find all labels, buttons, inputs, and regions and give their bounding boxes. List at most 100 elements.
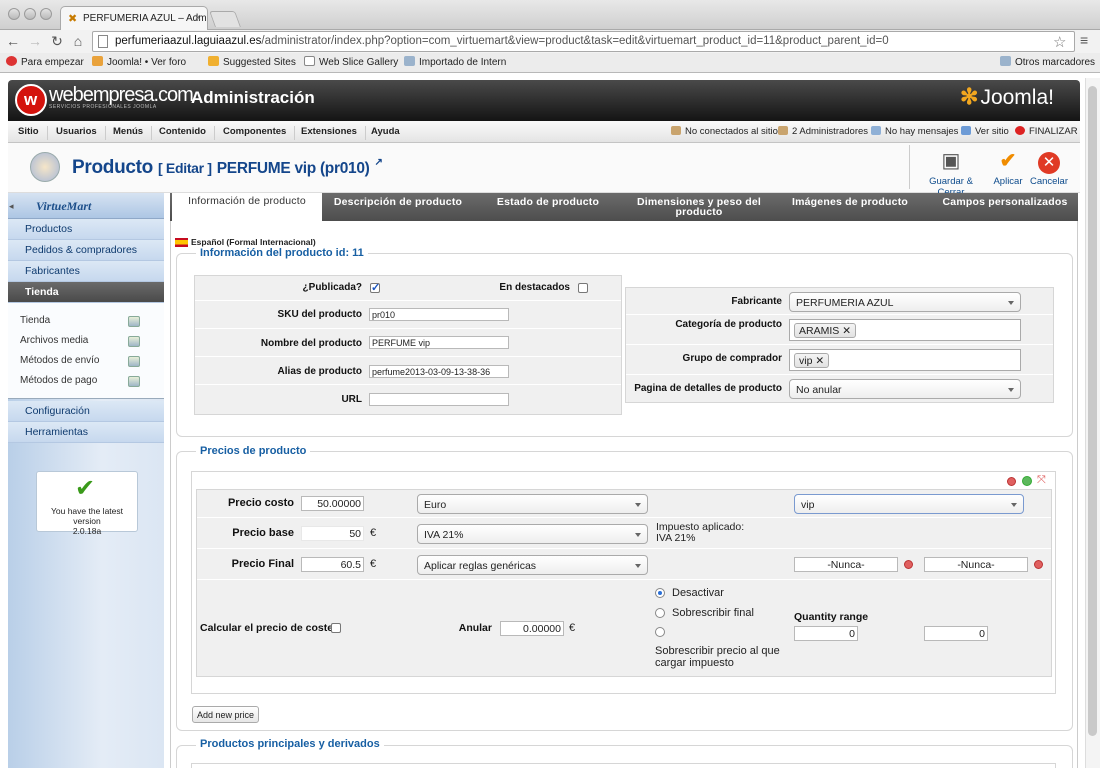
bookmark-folder-imported[interactable]: Importado de Intern (404, 56, 506, 68)
radio-desactivar-label: Desactivar (672, 587, 724, 599)
remove-token-icon[interactable]: ✕ (815, 355, 824, 367)
submenu-tienda[interactable]: Tienda (20, 315, 50, 326)
bookmark-star-icon[interactable]: ☆ (1053, 33, 1066, 51)
sidebar-item-configuracion[interactable]: Configuración (8, 401, 164, 422)
cancel-button[interactable]: ✕ Cancelar (1014, 150, 1084, 187)
add-new-price-button[interactable]: Add new price (192, 706, 260, 723)
page-title-product: PERFUME vip (pr010) (216, 160, 370, 177)
cost-price-field[interactable]: 50.00000 (301, 496, 364, 511)
sidebar-item-pedidos[interactable]: Pedidos & compradores (8, 240, 164, 261)
start-date-field[interactable]: -Nunca- (794, 557, 898, 572)
bookmark-web-slice[interactable]: Web Slice Gallery (304, 56, 398, 68)
new-tab-button[interactable] (209, 11, 241, 27)
base-price-field[interactable]: 50 (301, 526, 364, 541)
status-messages[interactable]: No hay mensajes (871, 126, 958, 137)
tab-dimensiones[interactable]: Dimensiones y peso del producto (630, 193, 768, 221)
submenu-metodos-pago[interactable]: Métodos de pago (20, 375, 97, 386)
sidebar-item-fabricantes[interactable]: Fabricantes (8, 261, 164, 282)
product-info-legend: Información del producto id: 11 (196, 247, 368, 259)
currency-select[interactable]: Euro (417, 494, 648, 514)
drag-handle-icon[interactable]: ⤧ (1037, 474, 1046, 487)
home-icon[interactable]: ⌂ (70, 33, 86, 49)
name-field[interactable]: PERFUME vip (369, 336, 509, 349)
back-arrow-icon[interactable]: ← (5, 33, 21, 49)
shopper-group-label: Grupo de comprador (682, 353, 782, 364)
bookmark-para-empezar[interactable]: Para empezar (6, 56, 84, 68)
clear-start-date-icon[interactable] (904, 560, 913, 569)
brand-subtitle: SERVICIOS PROFESIONALES JOOMLA (49, 104, 157, 110)
address-bar[interactable]: perfumeriaazul.laguiaazul.es/administrat… (92, 31, 1075, 52)
related-products-legend: Productos principales y derivados (196, 738, 384, 750)
other-bookmarks[interactable]: Otros marcadores (1000, 56, 1095, 68)
users-icon (671, 126, 681, 135)
tab-imagenes[interactable]: Imágenes de producto (784, 193, 916, 221)
scrollbar-thumb[interactable] (1088, 86, 1097, 736)
browser-tab[interactable]: ✖ PERFUMERIA AZUL – Admi × (60, 6, 208, 31)
tab-estado[interactable]: Estado de producto (480, 193, 616, 221)
sidebar-item-productos[interactable]: Productos (8, 219, 164, 240)
radio-sobrescribir-final-label: Sobrescribir final (672, 607, 754, 619)
price-rules-select[interactable]: Aplicar reglas genéricas (417, 555, 648, 575)
final-price-field[interactable]: 60.5 (301, 557, 364, 572)
tax-select[interactable]: IVA 21% (417, 524, 648, 544)
clear-end-date-icon[interactable] (1034, 560, 1043, 569)
language-label: Español (Formal Internacional) (191, 237, 316, 247)
bookmark-suggested-sites[interactable]: Suggested Sites (208, 56, 296, 68)
view-site-link[interactable]: Ver sitio (961, 126, 1009, 137)
url-host: perfumeriaazul.laguiaazul.es (115, 35, 262, 47)
calc-cost-checkbox[interactable] (331, 623, 341, 633)
logout-link[interactable]: FINALIZAR (1015, 126, 1078, 137)
wrench-menu-icon[interactable]: ≡ (1080, 32, 1088, 48)
checkmark-icon: ✔ (75, 475, 96, 502)
shopper-group-price-select[interactable]: vip (794, 494, 1024, 514)
window-zoom-button[interactable] (40, 8, 52, 20)
delete-price-icon[interactable] (1007, 477, 1016, 486)
category-multiselect[interactable]: ARAMIS ✕ (789, 319, 1021, 341)
url-field[interactable] (369, 393, 509, 406)
window-minimize-button[interactable] (24, 8, 36, 20)
details-page-select[interactable]: No anular (789, 379, 1021, 399)
bookmark-joomla-foro[interactable]: Joomla! • Ver foro (92, 56, 186, 68)
sidebar-item-herramientas[interactable]: Herramientas (8, 422, 164, 443)
menu-contenido[interactable]: Contenido (151, 126, 215, 140)
sku-field[interactable]: pr010 (369, 308, 509, 321)
remove-token-icon[interactable]: ✕ (842, 325, 851, 337)
sidebar-item-tienda[interactable]: Tienda (8, 282, 164, 303)
end-date-field[interactable]: -Nunca- (924, 557, 1028, 572)
submenu-archivos-media[interactable]: Archivos media (20, 335, 88, 346)
tab-close-icon[interactable]: × (195, 12, 201, 24)
tab-descripcion[interactable]: Descripción de producto (330, 193, 466, 221)
menu-menus[interactable]: Menús (105, 126, 153, 140)
quantity-to-field[interactable]: 0 (924, 626, 988, 641)
collapse-sidebar-icon[interactable]: ◂ (9, 201, 14, 212)
joomla-logo-icon: ✻ (960, 84, 979, 109)
add-price-icon[interactable] (1022, 476, 1032, 486)
category-label: Categoría de producto (675, 319, 782, 330)
menu-usuarios[interactable]: Usuarios (48, 126, 106, 140)
featured-checkbox[interactable] (578, 283, 588, 293)
quantity-from-field[interactable]: 0 (794, 626, 858, 641)
forward-arrow-icon[interactable]: → (27, 33, 43, 49)
window-close-button[interactable] (8, 8, 20, 20)
alias-field[interactable]: perfume2013-03-09-13-38-36 (369, 365, 509, 378)
radio-sobrescribir-final[interactable] (655, 608, 665, 618)
shopper-group-multiselect[interactable]: vip ✕ (789, 349, 1021, 371)
euro-symbol: € (370, 558, 377, 570)
override-field[interactable]: 0.00000 (500, 621, 564, 636)
menu-extensiones[interactable]: Extensiones (293, 126, 366, 140)
menu-sitio[interactable]: Sitio (10, 126, 48, 140)
radio-desactivar[interactable] (655, 588, 665, 598)
joomla-wordmark: Joomla! (980, 86, 1054, 109)
external-link-icon[interactable]: ↗ (375, 157, 383, 168)
quantity-range-label: Quantity range (794, 611, 869, 623)
radio-sobrescribir-impuesto[interactable] (655, 627, 665, 637)
published-checkbox[interactable] (370, 281, 380, 294)
menu-ayuda[interactable]: Ayuda (363, 126, 408, 140)
folder-icon (1000, 56, 1011, 66)
submenu-metodos-envio[interactable]: Métodos de envío (20, 355, 100, 366)
manufacturer-select[interactable]: PERFUMERIA AZUL (789, 292, 1021, 312)
menu-componentes[interactable]: Componentes (215, 126, 296, 140)
tab-informacion[interactable]: Información de producto (172, 193, 322, 221)
tab-campos[interactable]: Campos personalizados (936, 193, 1074, 221)
reload-icon[interactable]: ↻ (49, 33, 65, 49)
